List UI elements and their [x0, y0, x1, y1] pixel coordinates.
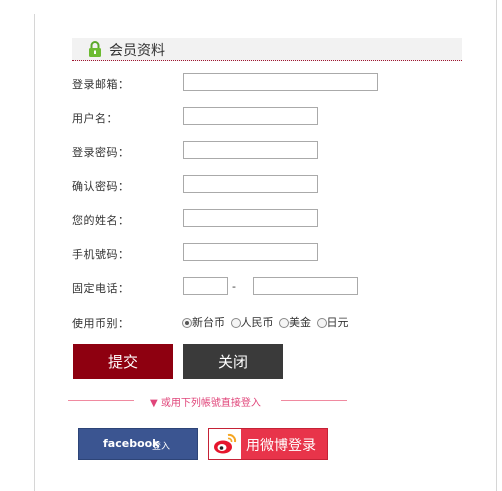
currency-option-label: 人民币	[240, 316, 274, 329]
currency-option-cny[interactable]: 人民币	[230, 314, 274, 330]
username-row: 用户名：	[72, 107, 392, 127]
currency-row: 使用币别： 新台币 人民币 美金 日元	[72, 312, 392, 332]
username-input[interactable]	[183, 107, 318, 125]
name-label: 您的姓名：	[72, 214, 130, 227]
facebook-login-button[interactable]: facebook 登入	[78, 428, 198, 460]
divider-line-right	[281, 400, 347, 401]
phone-separator: -	[232, 280, 236, 293]
phone-number-input[interactable]	[253, 277, 358, 295]
confirm-password-input[interactable]	[183, 175, 318, 193]
email-input[interactable]	[183, 73, 378, 91]
left-border	[34, 14, 35, 491]
currency-radio-group: 新台币 人民币 美金 日元	[182, 314, 351, 330]
close-button[interactable]: 关闭	[183, 344, 283, 379]
password-label: 登录密码：	[72, 146, 130, 159]
currency-label: 使用币别：	[72, 317, 130, 330]
phone-area-code-input[interactable]	[183, 277, 228, 295]
divider-line-left	[68, 400, 134, 401]
name-row: 您的姓名：	[72, 209, 392, 229]
mobile-row: 手机號码：	[72, 243, 392, 263]
submit-button[interactable]: 提交	[73, 344, 173, 379]
right-border	[496, 0, 497, 491]
confirm-password-label: 确认密码：	[72, 180, 130, 193]
currency-option-usd[interactable]: 美金	[279, 314, 311, 330]
name-input[interactable]	[183, 209, 318, 227]
mobile-input[interactable]	[183, 243, 318, 261]
currency-option-label: 美金	[289, 316, 311, 329]
lock-icon	[89, 41, 101, 57]
confirm-password-row: 确认密码：	[72, 175, 392, 195]
radio-icon[interactable]	[230, 318, 241, 328]
weibo-logo-box	[209, 429, 241, 459]
facebook-login-label: 登入	[152, 442, 171, 452]
radio-selected-icon[interactable]	[182, 318, 192, 328]
currency-option-jpy[interactable]: 日元	[316, 314, 349, 330]
weibo-icon	[214, 433, 237, 454]
currency-option-label: 新台币	[192, 316, 225, 329]
currency-option-label: 日元	[326, 316, 349, 329]
password-row: 登录密码：	[72, 141, 392, 161]
radio-icon[interactable]	[316, 318, 327, 328]
phone-label: 固定电话：	[72, 282, 130, 295]
weibo-login-label: 用微博登录	[246, 438, 316, 454]
currency-option-twd[interactable]: 新台币	[182, 314, 225, 330]
radio-icon[interactable]	[279, 318, 289, 328]
phone-row: 固定电话： -	[72, 277, 392, 297]
password-input[interactable]	[183, 141, 318, 159]
mobile-label: 手机號码：	[72, 248, 130, 261]
email-label: 登录邮箱：	[72, 78, 130, 91]
social-login-divider-text: ▼ 或用下列帳號直接登入	[150, 398, 261, 409]
weibo-login-button[interactable]: 用微博登录	[208, 428, 328, 460]
section-header: 会员资料	[72, 38, 462, 61]
section-title: 会员资料	[109, 43, 165, 59]
username-label: 用户名：	[72, 112, 118, 125]
email-row: 登录邮箱：	[72, 73, 392, 93]
